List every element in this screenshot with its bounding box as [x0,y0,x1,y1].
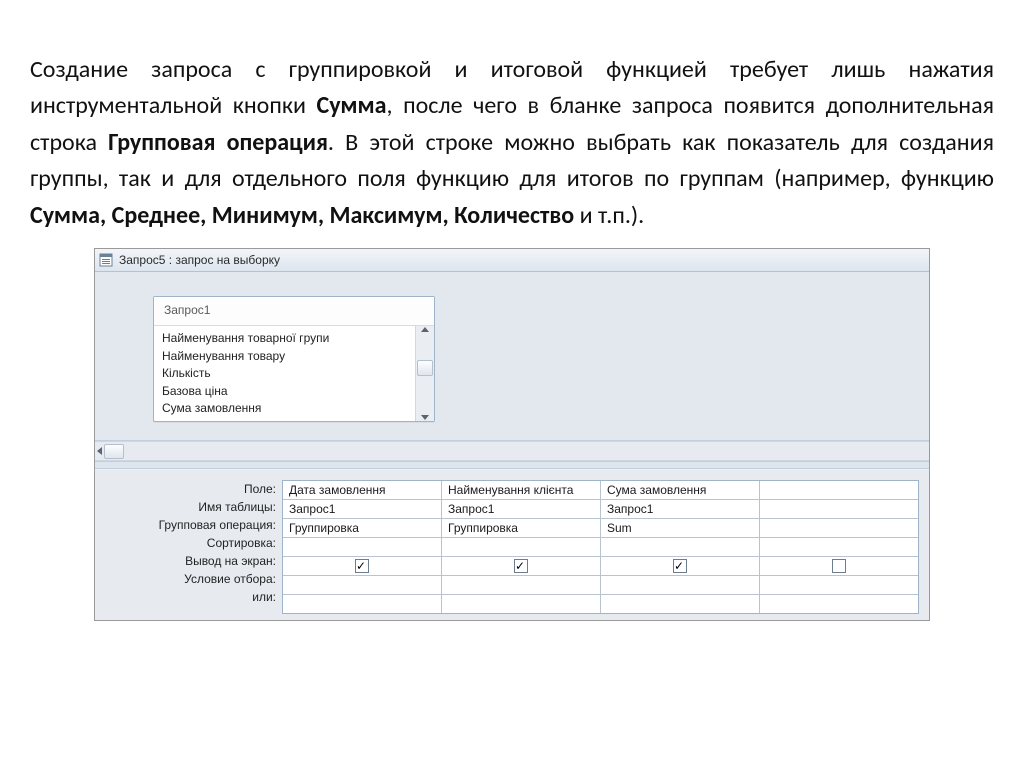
cell-show[interactable] [283,557,441,576]
label-show: Вывод на экран: [105,552,282,570]
cell-table[interactable]: Запрос1 [442,500,600,519]
show-checkbox[interactable] [673,559,687,573]
label-criteria: Условие отбора: [105,570,282,588]
field-list-scrollbar[interactable] [415,326,434,421]
cell-sort[interactable] [760,538,918,557]
grid-column[interactable]: Дата замовлення Запрос1 Группировка [283,481,442,613]
label-field: Поле: [105,480,282,498]
field-list-item[interactable]: Базова ціна [160,383,434,400]
grid-column-empty[interactable] [760,481,918,613]
cell-group[interactable] [760,519,918,538]
grid-columns: Дата замовлення Запрос1 Группировка Найм… [282,480,919,614]
scroll-up-icon[interactable] [421,327,429,332]
field-list-title: Запрос1 [154,297,434,326]
cell-show[interactable] [601,557,759,576]
cell-group[interactable]: Sum [601,519,759,538]
cell-field[interactable] [760,481,918,500]
label-table: Имя таблицы: [105,498,282,516]
cell-table[interactable] [760,500,918,519]
field-list-item[interactable]: Сума замовлення [160,400,434,417]
cell-criteria[interactable] [760,576,918,595]
cell-show[interactable] [442,557,600,576]
explanatory-paragraph: Создание запроса с группировкой и итогов… [30,52,994,234]
cell-group[interactable]: Группировка [283,519,441,538]
window-title-bar: Запрос5 : запрос на выборку [95,249,929,272]
scroll-thumb[interactable] [417,360,433,376]
cell-or[interactable] [283,595,441,613]
scroll-down-icon[interactable] [421,415,429,420]
scroll-left-icon[interactable] [97,447,102,455]
label-group: Групповая операция: [105,516,282,534]
cell-sort[interactable] [601,538,759,557]
cell-field[interactable]: Дата замовлення [283,481,441,500]
field-list-item[interactable]: Найменування товару [160,348,434,365]
field-list-item[interactable]: Кількість [160,365,434,382]
cell-group[interactable]: Группировка [442,519,600,538]
show-checkbox[interactable] [832,559,846,573]
show-checkbox[interactable] [514,559,528,573]
label-sort: Сортировка: [105,534,282,552]
cell-or[interactable] [760,595,918,613]
cell-sort[interactable] [442,538,600,557]
cell-criteria[interactable] [601,576,759,595]
query-design-window: Запрос5 : запрос на выборку Запрос1 Найм… [94,248,930,621]
grid-row-labels: Поле: Имя таблицы: Групповая операция: С… [105,480,282,614]
cell-table[interactable]: Запрос1 [283,500,441,519]
cell-show[interactable] [760,557,918,576]
window-title: Запрос5 : запрос на выборку [119,253,280,267]
cell-field[interactable]: Найменування клієнта [442,481,600,500]
label-or: или: [105,588,282,606]
cell-criteria[interactable] [442,576,600,595]
upper-h-scrollbar[interactable] [95,441,929,461]
design-grid: Поле: Имя таблицы: Групповая операция: С… [95,469,929,620]
tables-pane: Запрос1 Найменування товарної групи Найм… [95,272,929,441]
pane-splitter[interactable] [95,461,929,469]
query-icon [99,253,113,267]
cell-field[interactable]: Сума замовлення [601,481,759,500]
field-list-item[interactable]: Найменування товарної групи [160,330,434,347]
grid-column[interactable]: Сума замовлення Запрос1 Sum [601,481,760,613]
cell-sort[interactable] [283,538,441,557]
cell-criteria[interactable] [283,576,441,595]
grid-column[interactable]: Найменування клієнта Запрос1 Группировка [442,481,601,613]
show-checkbox[interactable] [355,559,369,573]
field-list[interactable]: Запрос1 Найменування товарної групи Найм… [153,296,435,422]
cell-or[interactable] [601,595,759,613]
scroll-h-thumb[interactable] [104,444,124,459]
cell-or[interactable] [442,595,600,613]
cell-table[interactable]: Запрос1 [601,500,759,519]
